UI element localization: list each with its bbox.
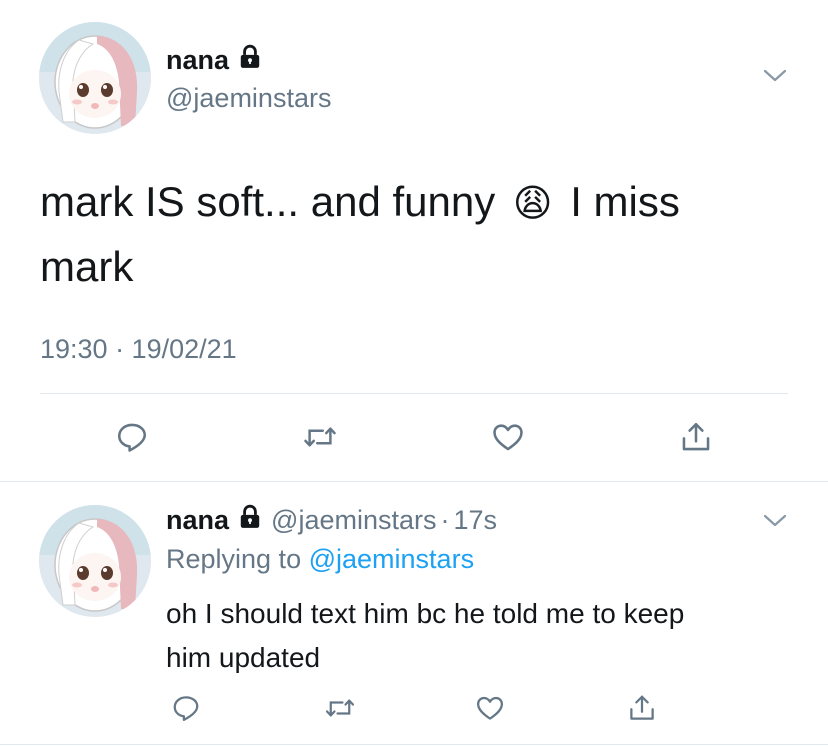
reply-author-handle[interactable]: @jaeminstars: [271, 505, 436, 536]
reply-text: oh I should text him bc he told me to ke…: [166, 592, 684, 680]
reply-age[interactable]: 17s: [454, 505, 498, 536]
retweet-button[interactable]: [320, 688, 360, 728]
reply-button[interactable]: [166, 688, 206, 728]
weary-face-emoji: 😩: [512, 181, 553, 225]
tweet-text: mark IS soft... and funny 😩 I miss mark: [40, 170, 800, 298]
lock-icon: [237, 44, 263, 75]
reply-icon: [173, 696, 199, 721]
avatar-image: [39, 505, 151, 617]
share-button[interactable]: [674, 415, 718, 459]
like-button[interactable]: [470, 688, 510, 728]
avatar[interactable]: [39, 22, 151, 134]
divider: [40, 393, 788, 394]
tweet-text-line2: mark: [40, 243, 134, 290]
reply-text-line2: him updated: [166, 642, 321, 673]
avatar-image: [39, 22, 151, 134]
bottom-divider: [0, 744, 828, 745]
like-button[interactable]: [486, 415, 530, 459]
like-icon: [477, 696, 503, 720]
author-row: nana: [166, 40, 263, 80]
share-button[interactable]: [622, 688, 662, 728]
reply-author-row: nana @jaeminstars · 17s: [166, 502, 497, 538]
like-icon: [493, 424, 523, 451]
retweet-icon: [304, 427, 336, 447]
replying-to-label: Replying to: [166, 544, 302, 574]
author-handle[interactable]: @jaeminstars: [166, 83, 331, 114]
reply-button[interactable]: [110, 415, 154, 459]
author-name[interactable]: nana: [166, 45, 229, 76]
share-icon: [630, 695, 654, 720]
chevron-down-icon[interactable]: [762, 511, 788, 531]
replying-to: Replying to @jaeminstars: [166, 544, 474, 575]
share-icon: [682, 422, 710, 451]
retweet-button[interactable]: [298, 415, 342, 459]
reply-icon: [117, 423, 147, 452]
lock-icon: [237, 504, 263, 535]
chevron-down-icon[interactable]: [762, 66, 788, 86]
retweet-icon: [325, 699, 355, 717]
separator-dot: ·: [440, 504, 450, 535]
tweet-separator: [0, 481, 828, 482]
reply-text-line1: oh I should text him bc he told me to ke…: [166, 598, 685, 629]
tweet-text-line1: mark IS soft... and funny 😩 I miss: [40, 178, 680, 225]
replying-to-link[interactable]: @jaeminstars: [309, 544, 474, 574]
reply-author-name[interactable]: nana: [166, 505, 229, 536]
reply-avatar[interactable]: [39, 505, 151, 617]
tweet-timestamp[interactable]: 19:30 · 19/02/21: [40, 334, 237, 365]
